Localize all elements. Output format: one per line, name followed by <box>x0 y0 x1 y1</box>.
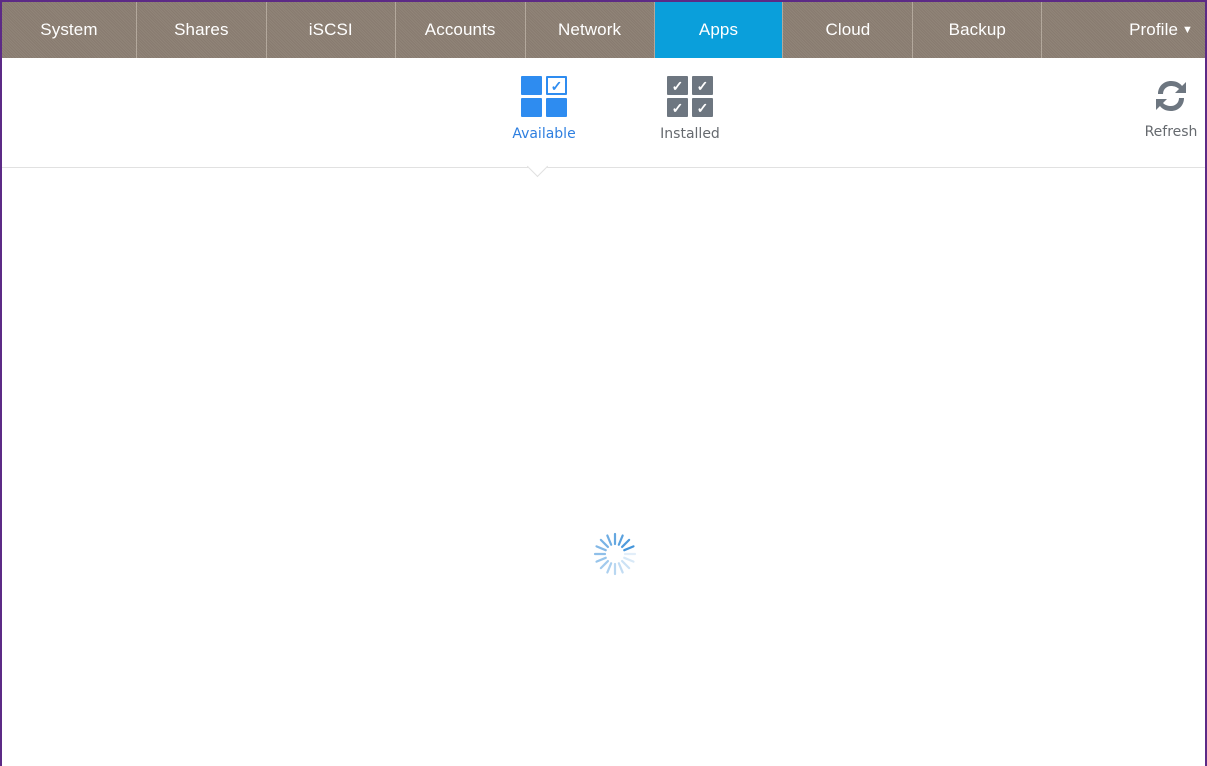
spinner-spoke <box>617 562 624 574</box>
spinner-spoke <box>623 556 635 563</box>
tab-label: Backup <box>948 20 1006 39</box>
subtab-installed[interactable]: ✓ ✓ ✓ ✓ Installed <box>650 76 730 142</box>
spinner-spoke <box>599 538 610 549</box>
tab-backup[interactable]: Backup <box>913 2 1043 58</box>
tab-system[interactable]: System <box>2 2 137 58</box>
tab-shares[interactable]: Shares <box>137 2 267 58</box>
spinner-spoke <box>623 545 635 552</box>
tab-cloud[interactable]: Cloud <box>783 2 914 58</box>
tab-apps[interactable]: Apps <box>654 2 784 58</box>
spinner-spoke <box>617 534 624 546</box>
tab-label: Accounts <box>424 20 496 39</box>
spinner-spoke <box>599 559 610 570</box>
main-content <box>2 168 1205 766</box>
tab-label: Shares <box>174 20 229 39</box>
tab-label: Apps <box>698 20 739 39</box>
spinner-spoke <box>620 559 631 570</box>
profile-label: Profile <box>1129 20 1178 39</box>
grid-available-icon: ✓ <box>521 76 567 118</box>
tab-network[interactable]: Network <box>526 2 655 58</box>
refresh-button[interactable]: Refresh <box>1140 76 1202 140</box>
tab-label: Cloud <box>825 20 871 39</box>
tab-label: System <box>40 20 98 39</box>
spinner-spoke <box>606 562 613 574</box>
tab-accounts[interactable]: Accounts <box>396 2 526 58</box>
caret-down-icon: ▼ <box>1182 24 1193 36</box>
refresh-icon <box>1156 81 1186 111</box>
loading-spinner-icon <box>593 532 637 576</box>
apps-subnav: ✓ Available ✓ ✓ ✓ ✓ Installed Refresh <box>2 58 1205 168</box>
subtab-label: Available <box>512 126 576 142</box>
subtab-label: Installed <box>660 126 720 142</box>
subtab-available[interactable]: ✓ Available <box>505 76 583 142</box>
spinner-spoke <box>595 545 607 552</box>
grid-installed-icon: ✓ ✓ ✓ ✓ <box>667 76 713 118</box>
spinner-spoke <box>606 534 613 546</box>
spinner-spoke <box>595 556 607 563</box>
profile-menu[interactable]: Profile ▼ <box>1042 2 1205 58</box>
tab-label: iSCSI <box>308 20 353 39</box>
top-navigation: System Shares iSCSI Accounts Network App… <box>2 2 1205 58</box>
refresh-label: Refresh <box>1144 124 1198 140</box>
tab-label: Network <box>558 20 622 39</box>
tab-iscsi[interactable]: iSCSI <box>267 2 396 58</box>
spinner-spoke <box>620 538 631 549</box>
